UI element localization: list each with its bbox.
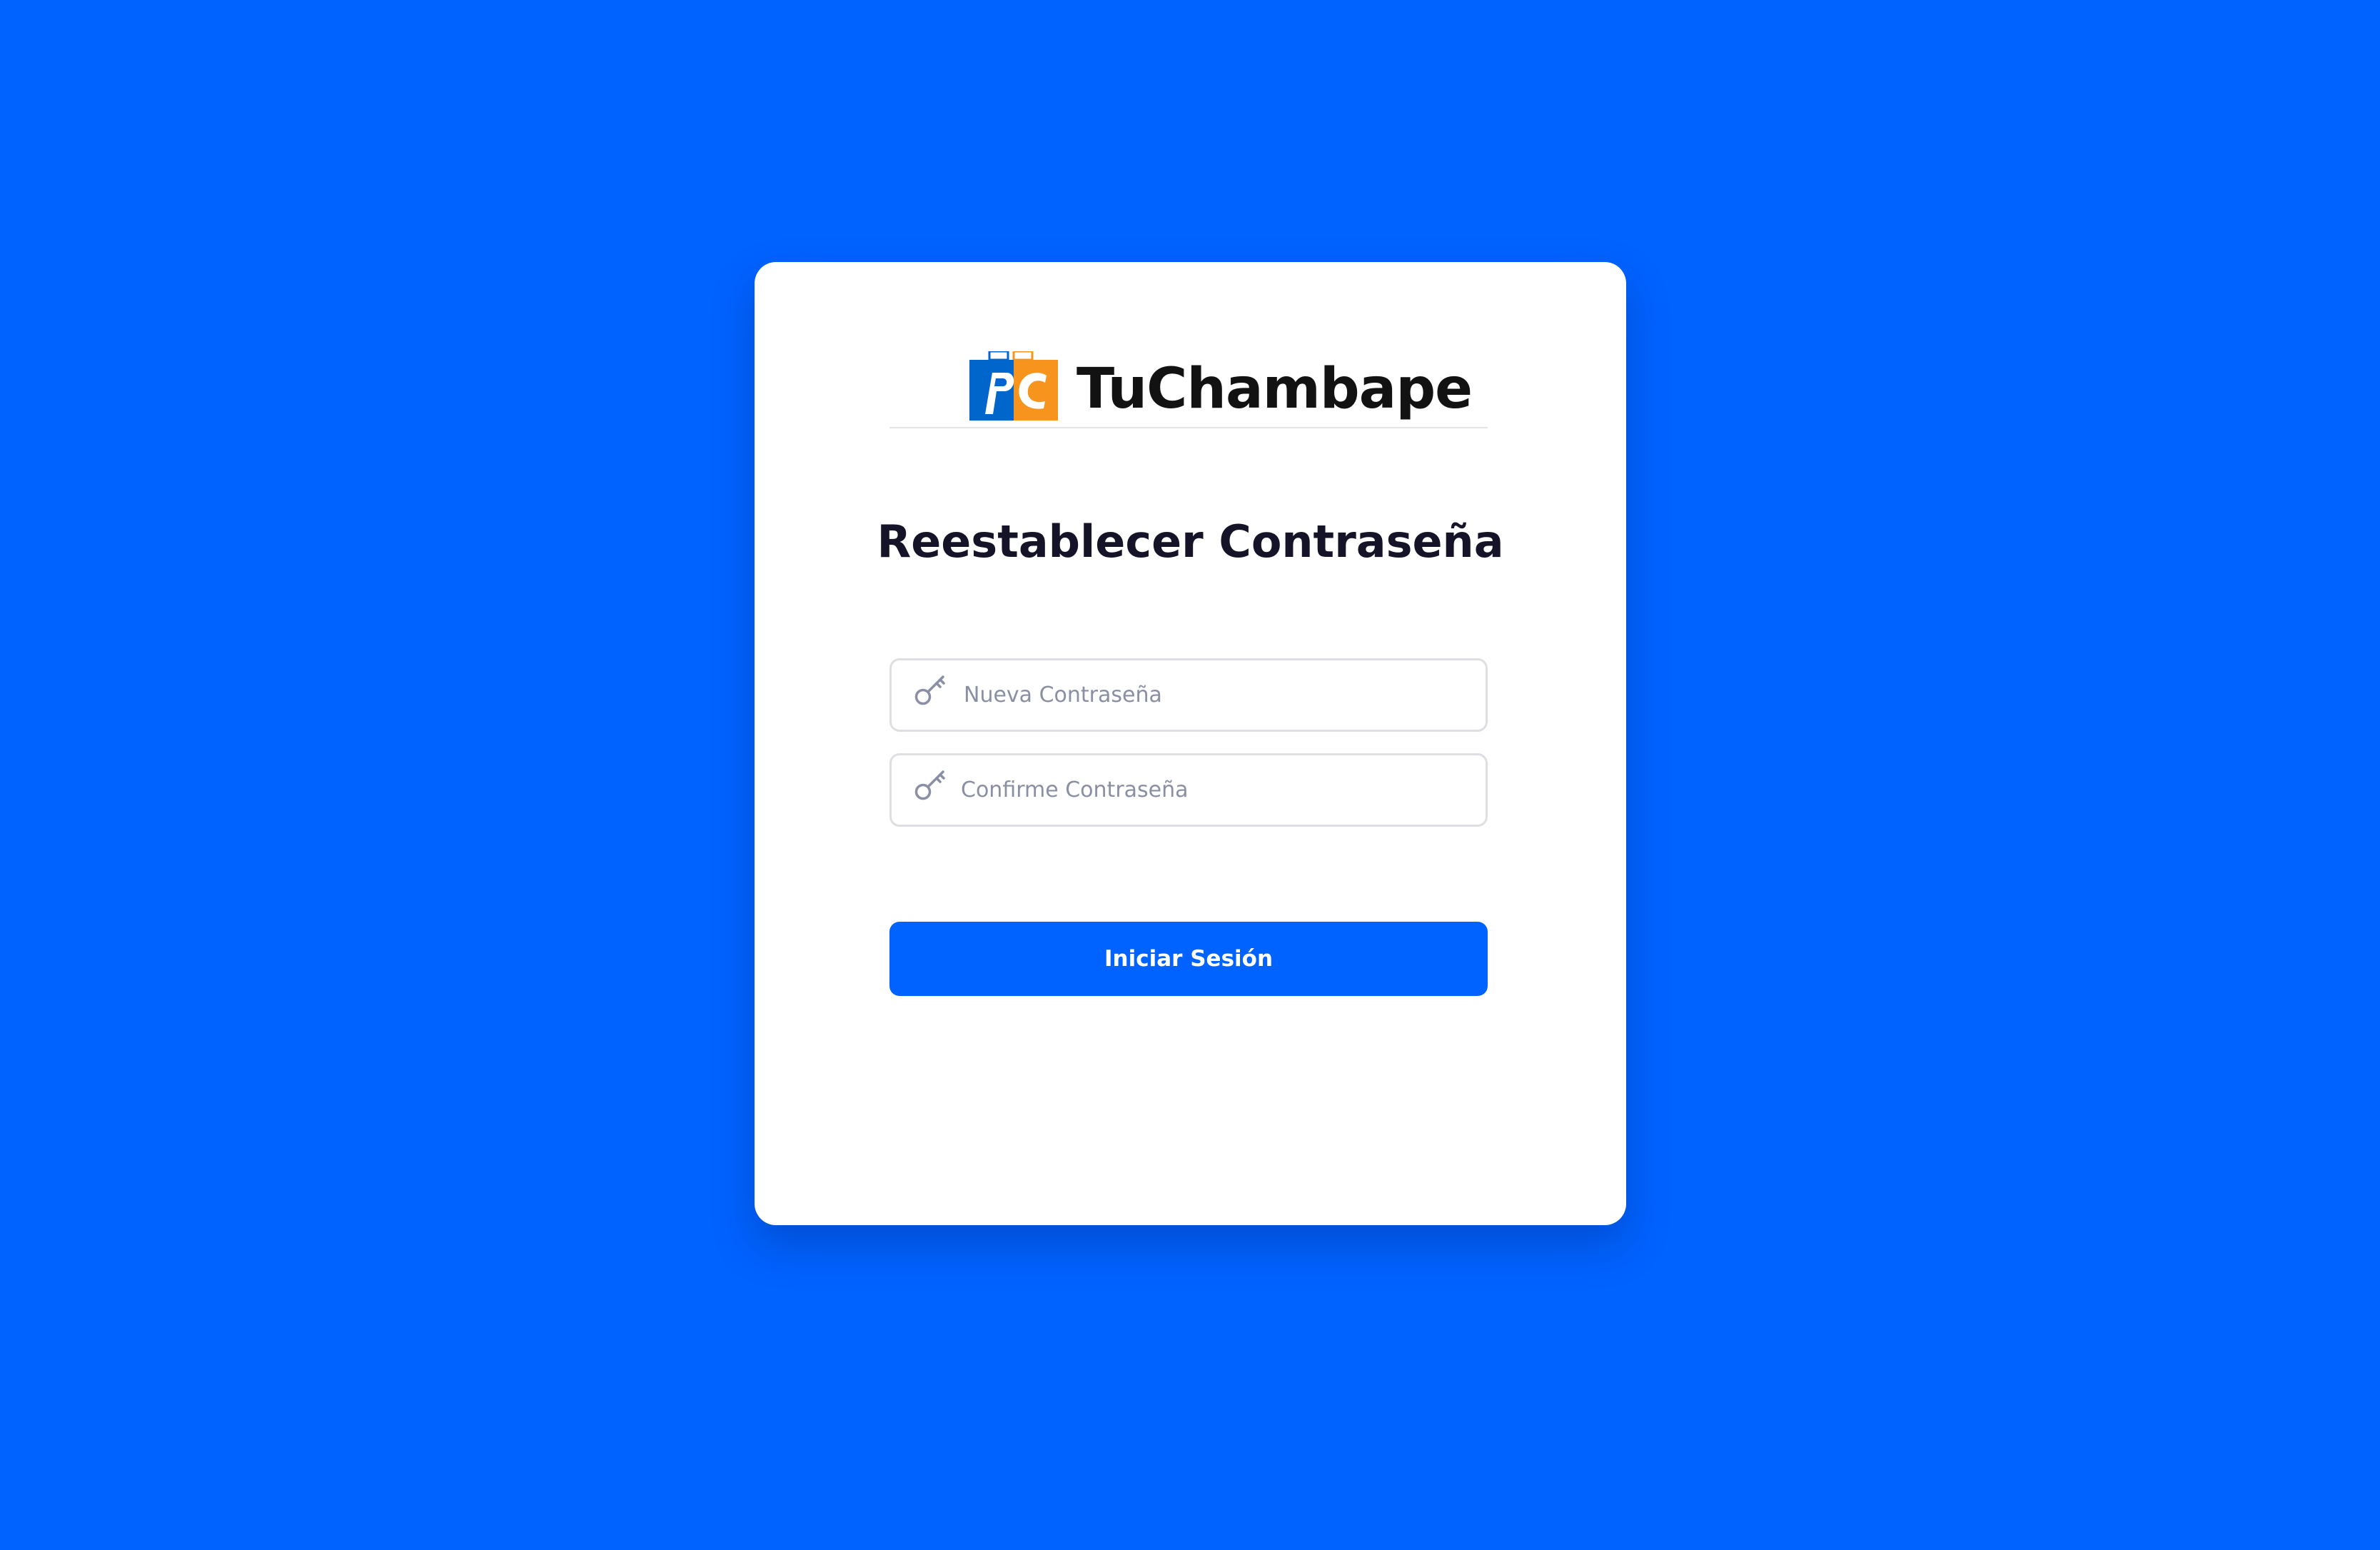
brand-name: TuChambape [1076,357,1473,421]
new-password-input[interactable] [964,660,1463,730]
brand-header: TuChambape [929,351,1527,423]
confirm-password-input[interactable] [961,755,1461,825]
confirm-password-field[interactable] [889,753,1488,827]
reset-password-card: TuChambape Reestablecer Contraseña Inici… [755,262,1626,1225]
key-icon [914,675,945,705]
page-title: Reestablecer Contraseña [877,515,1504,568]
key-icon [914,770,945,800]
page-background: TuChambape Reestablecer Contraseña Inici… [0,0,2380,1550]
login-button[interactable]: Iniciar Sesión [889,922,1488,996]
new-password-field[interactable] [889,658,1488,732]
tuchambape-logo-icon [969,351,1058,421]
header-divider [889,427,1488,428]
